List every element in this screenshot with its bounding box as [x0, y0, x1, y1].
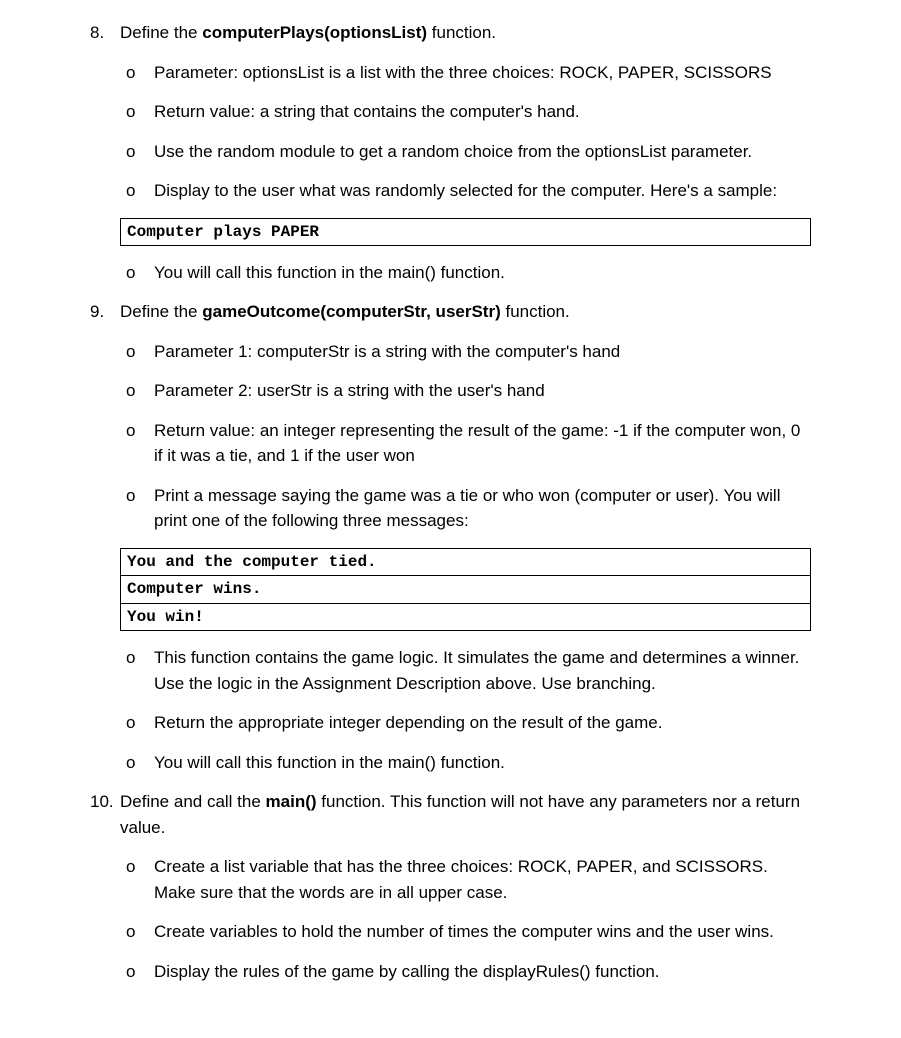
- sub-text: Use the random module to get a random ch…: [154, 142, 752, 161]
- sub-text: This function contains the game logic. I…: [154, 648, 799, 693]
- sub-item: Return value: a string that contains the…: [120, 99, 811, 125]
- intro-bold: computerPlays(optionsList): [202, 23, 427, 42]
- sub-item: Create variables to hold the number of t…: [120, 919, 811, 945]
- sub-item: Parameter 1: computerStr is a string wit…: [120, 339, 811, 365]
- sub-item: Return the appropriate integer depending…: [120, 710, 811, 736]
- list-item-8: Define the computerPlays(optionsList) fu…: [90, 20, 811, 285]
- sub-item: Use the random module to get a random ch…: [120, 139, 811, 165]
- intro-text: Define and call the: [120, 792, 266, 811]
- sub-text: Display the rules of the game by calling…: [154, 962, 660, 981]
- sub-text: Parameter 1: computerStr is a string wit…: [154, 342, 620, 361]
- intro-text-post: function.: [427, 23, 496, 42]
- sub-list: This function contains the game logic. I…: [120, 645, 811, 775]
- sub-text: Print a message saying the game was a ti…: [154, 486, 780, 531]
- code-sample-box-multi: You and the computer tied. Computer wins…: [120, 548, 811, 631]
- code-line: Computer wins.: [121, 576, 810, 603]
- sub-item: Display the rules of the game by calling…: [120, 959, 811, 985]
- code-line: You win!: [121, 604, 810, 630]
- intro-bold: gameOutcome(computerStr, userStr): [202, 302, 501, 321]
- instruction-list: Define the computerPlays(optionsList) fu…: [90, 20, 811, 984]
- intro-text: Define the: [120, 23, 202, 42]
- sub-list: You will call this function in the main(…: [120, 260, 811, 286]
- sub-list: Parameter: optionsList is a list with th…: [120, 60, 811, 204]
- sub-text: Return the appropriate integer depending…: [154, 713, 662, 732]
- sub-text: Parameter: optionsList is a list with th…: [154, 63, 772, 82]
- sub-item: You will call this function in the main(…: [120, 260, 811, 286]
- sub-text: Parameter 2: userStr is a string with th…: [154, 381, 545, 400]
- sub-list: Parameter 1: computerStr is a string wit…: [120, 339, 811, 534]
- intro-bold: main(): [266, 792, 317, 811]
- sub-text: Return value: an integer representing th…: [154, 421, 800, 466]
- sub-item: Return value: an integer representing th…: [120, 418, 811, 469]
- sub-item: Create a list variable that has the thre…: [120, 854, 811, 905]
- sub-text: You will call this function in the main(…: [154, 263, 505, 282]
- sub-text: Create variables to hold the number of t…: [154, 922, 774, 941]
- list-item-9: Define the gameOutcome(computerStr, user…: [90, 299, 811, 775]
- sub-item: This function contains the game logic. I…: [120, 645, 811, 696]
- sub-list: Create a list variable that has the thre…: [120, 854, 811, 984]
- sub-text: Create a list variable that has the thre…: [154, 857, 768, 902]
- intro-text-post: function.: [501, 302, 570, 321]
- code-line: You and the computer tied.: [121, 549, 810, 576]
- sub-item: Display to the user what was randomly se…: [120, 178, 811, 204]
- list-item-10: Define and call the main() function. Thi…: [90, 789, 811, 984]
- code-sample-box: Computer plays PAPER: [120, 218, 811, 246]
- sub-item: Parameter: optionsList is a list with th…: [120, 60, 811, 86]
- sub-text: Display to the user what was randomly se…: [154, 181, 777, 200]
- sub-item: You will call this function in the main(…: [120, 750, 811, 776]
- intro-text: Define the: [120, 302, 202, 321]
- sub-text: You will call this function in the main(…: [154, 753, 505, 772]
- sub-text: Return value: a string that contains the…: [154, 102, 580, 121]
- sub-item: Parameter 2: userStr is a string with th…: [120, 378, 811, 404]
- sub-item: Print a message saying the game was a ti…: [120, 483, 811, 534]
